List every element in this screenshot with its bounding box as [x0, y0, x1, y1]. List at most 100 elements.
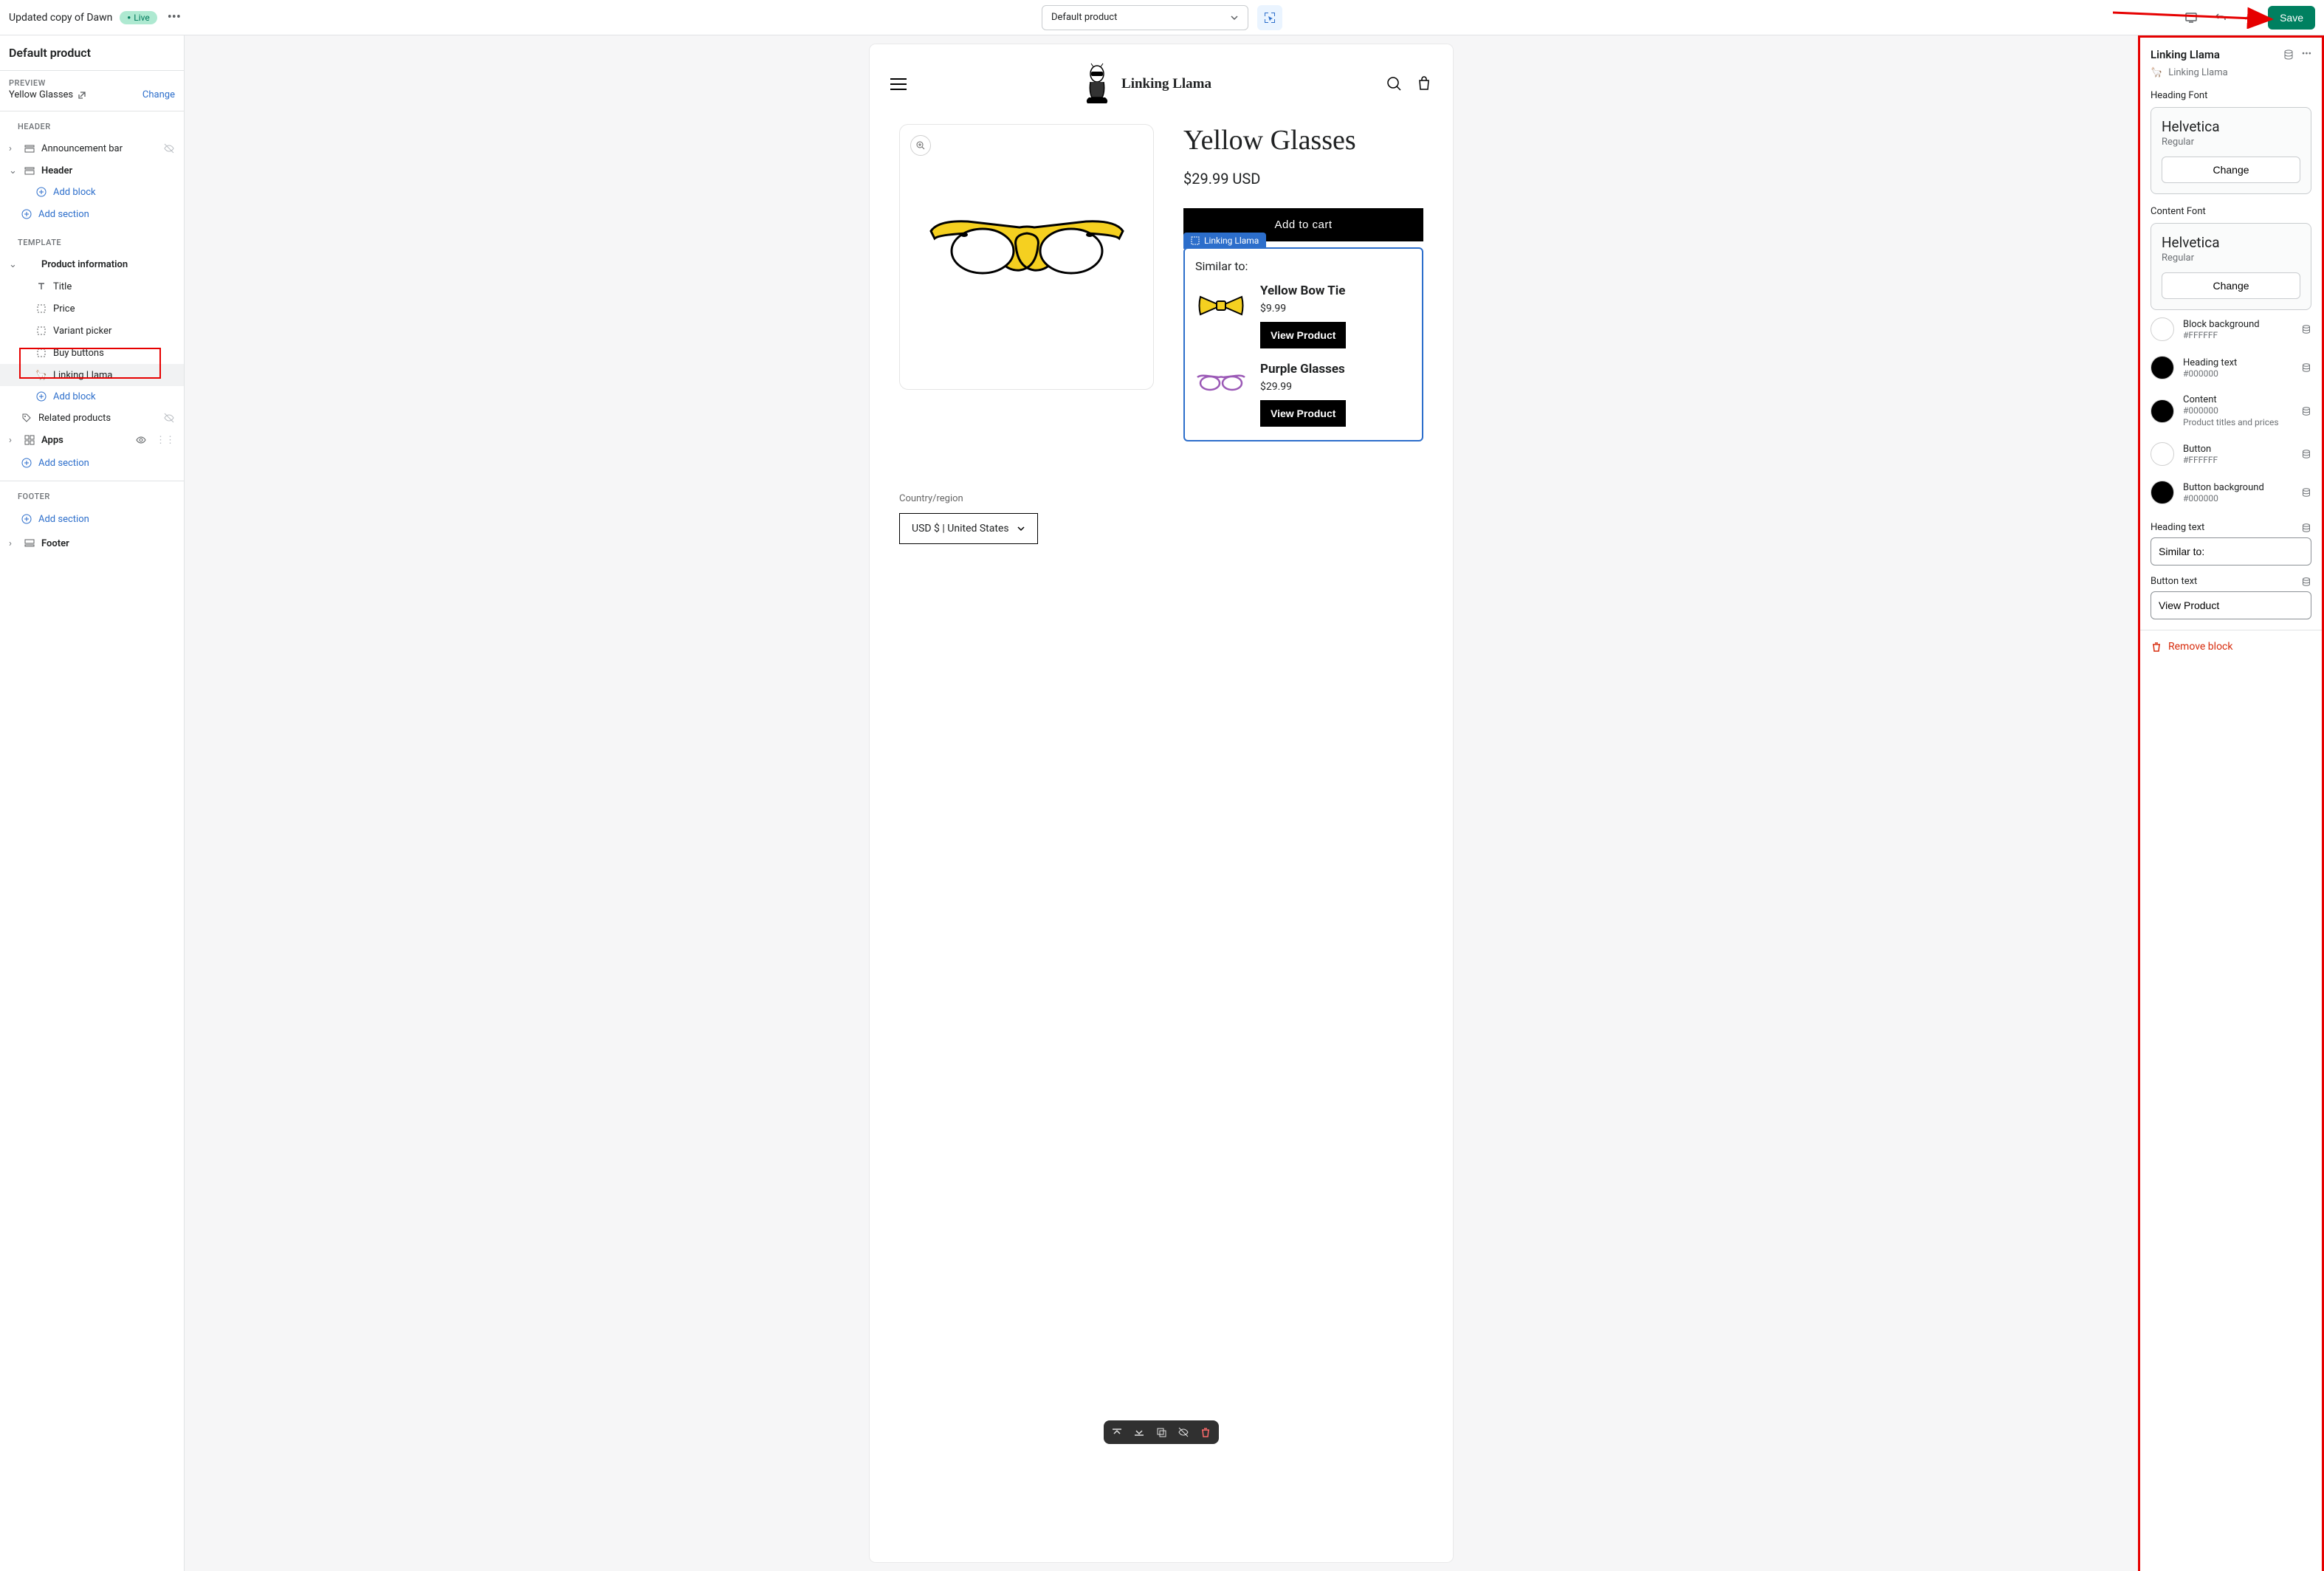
view-product-button[interactable]: View Product [1260, 322, 1346, 348]
tree-related-products[interactable]: Related products [0, 407, 184, 429]
color-row[interactable]: Content #000000 Product titles and price… [2151, 387, 2311, 435]
add-section-footer[interactable]: Add section [0, 507, 184, 532]
color-desc: Product titles and prices [2183, 417, 2292, 427]
related-thumb[interactable] [1195, 362, 1247, 406]
section-icon [24, 538, 35, 549]
related-item: Purple Glasses $29.99 View Product [1195, 362, 1412, 427]
eye-icon[interactable] [135, 434, 147, 446]
add-section-header[interactable]: Add section [0, 202, 184, 227]
related-item: Yellow Bow Tie $9.99 View Product [1195, 283, 1412, 348]
tree-price[interactable]: Price [0, 298, 184, 320]
linking-llama-block[interactable]: Linking Llama Similar to: Ye [1183, 247, 1423, 441]
add-block-header[interactable]: Add block [0, 182, 184, 202]
page-title: Default product [0, 35, 184, 70]
app-icon: 🦙 [35, 370, 47, 381]
color-swatch[interactable] [2151, 317, 2174, 341]
change-preview-link[interactable]: Change [142, 89, 175, 100]
font-variant: Regular [2162, 252, 2300, 264]
color-name: Heading text [2183, 357, 2292, 368]
add-block-template[interactable]: Add block [0, 386, 184, 407]
content-font-label: Content Font [2151, 206, 2311, 217]
content-font-card: Helvetica Regular Change [2151, 223, 2311, 310]
product-image[interactable] [899, 124, 1154, 390]
header-group-label: HEADER [0, 111, 184, 137]
color-row[interactable]: Heading text #000000 [2151, 348, 2311, 387]
color-swatch[interactable] [2151, 442, 2174, 466]
color-row[interactable]: Button background #000000 [2151, 473, 2311, 512]
tree-linking-llama[interactable]: 🦙 Linking Llama [0, 364, 184, 386]
hidden-icon[interactable] [163, 142, 175, 154]
app-icon: 🦙 [2151, 67, 2162, 78]
database-icon[interactable] [2301, 362, 2311, 373]
tree-footer[interactable]: › Footer [0, 532, 184, 554]
duplicate-icon[interactable] [1155, 1426, 1167, 1438]
similar-heading: Similar to: [1195, 259, 1412, 273]
search-icon[interactable] [1386, 76, 1403, 92]
tree-product-information[interactable]: ⌄ Product information [0, 253, 184, 275]
delete-icon[interactable] [1200, 1426, 1211, 1438]
color-hex: #000000 [2183, 493, 2292, 503]
text-icon [35, 281, 47, 292]
tree-variant-picker[interactable]: Variant picker [0, 320, 184, 342]
move-up-icon[interactable] [1111, 1426, 1123, 1438]
database-icon[interactable] [2301, 487, 2311, 498]
more-icon[interactable]: ••• [165, 7, 184, 28]
plus-circle-icon [35, 186, 47, 198]
redo-icon[interactable] [2238, 6, 2262, 30]
block-icon [35, 348, 47, 358]
zoom-icon[interactable] [910, 135, 931, 156]
database-icon[interactable] [2283, 49, 2294, 61]
section-icon [24, 143, 35, 154]
database-icon[interactable] [2301, 449, 2311, 459]
tag-icon [21, 413, 32, 423]
tree-buy-buttons[interactable]: Buy buttons [0, 342, 184, 364]
right-sidebar: Linking Llama ••• 🦙 Linking Llama Headin… [2138, 35, 2324, 1571]
tree-header[interactable]: ⌄ Header [0, 159, 184, 182]
apps-icon [24, 435, 35, 445]
tree-announcement-bar[interactable]: › Announcement bar [0, 137, 184, 159]
color-name: Content [2183, 394, 2292, 405]
left-sidebar: Default product PREVIEW Yellow Glasses C… [0, 35, 185, 1571]
database-icon[interactable] [2301, 523, 2311, 533]
external-link-icon[interactable] [78, 91, 86, 100]
tree-title[interactable]: Title [0, 275, 184, 298]
preview-label: PREVIEW [9, 78, 175, 88]
hidden-icon[interactable] [163, 412, 175, 424]
device-icon[interactable] [2179, 6, 2203, 30]
template-select[interactable]: Default product [1042, 5, 1248, 30]
color-row[interactable]: Button #FFFFFF [2151, 435, 2311, 473]
theme-name: Updated copy of Dawn [9, 12, 112, 24]
inspector-button[interactable] [1257, 5, 1282, 30]
heading-text-input[interactable] [2151, 537, 2311, 566]
color-swatch[interactable] [2151, 356, 2174, 379]
preview-product-name: Yellow Glasses [9, 89, 73, 100]
button-text-input[interactable] [2151, 591, 2311, 619]
save-button[interactable]: Save [2268, 6, 2315, 30]
font-name: Helvetica [2162, 118, 2300, 135]
color-row[interactable]: Block background #FFFFFF [2151, 310, 2311, 348]
drag-handle-icon[interactable]: ⋮⋮ [156, 435, 175, 446]
tree-apps[interactable]: › Apps ⋮⋮ [0, 429, 184, 451]
color-hex: #FFFFFF [2183, 330, 2292, 340]
change-heading-font-button[interactable]: Change [2162, 157, 2300, 183]
template-select-value: Default product [1051, 12, 1117, 23]
undo-icon[interactable] [2209, 6, 2232, 30]
more-icon[interactable]: ••• [2302, 49, 2311, 61]
cart-icon[interactable] [1416, 76, 1432, 92]
change-content-font-button[interactable]: Change [2162, 272, 2300, 299]
color-swatch[interactable] [2151, 399, 2174, 423]
store-logo[interactable]: Linking Llama [1082, 62, 1211, 106]
hide-icon[interactable] [1178, 1426, 1189, 1438]
color-swatch[interactable] [2151, 481, 2174, 504]
database-icon[interactable] [2301, 406, 2311, 416]
region-select[interactable]: USD $ | United States [899, 513, 1038, 544]
database-icon[interactable] [2301, 324, 2311, 334]
remove-block-button[interactable]: Remove block [2140, 630, 2322, 663]
move-down-icon[interactable] [1133, 1426, 1145, 1438]
add-section-template[interactable]: Add section [0, 451, 184, 476]
view-product-button[interactable]: View Product [1260, 400, 1346, 427]
database-icon[interactable] [2301, 577, 2311, 587]
related-thumb[interactable] [1195, 283, 1247, 328]
panel-subtitle-text: Linking Llama [2168, 67, 2228, 78]
hamburger-icon[interactable] [890, 78, 907, 90]
